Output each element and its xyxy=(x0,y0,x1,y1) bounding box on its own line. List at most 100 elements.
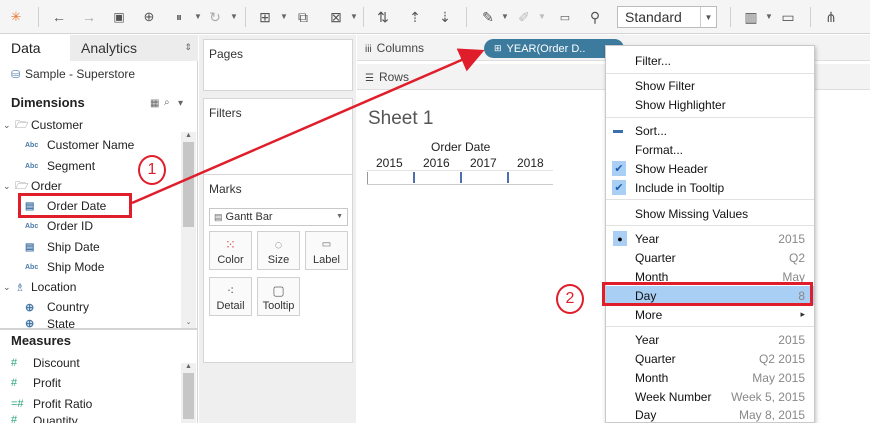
sidebar-item-customer-name[interactable]: Abc Customer Name xyxy=(25,135,134,155)
annotate-dropdown-icon[interactable]: ▼ xyxy=(538,12,546,21)
clear-sheet-icon[interactable]: ⊠ xyxy=(325,7,347,27)
sidebar-item-order-id[interactable]: Abc Order ID xyxy=(25,216,93,236)
menu-item-show-filter[interactable]: Show Filter xyxy=(606,76,814,95)
gantt-mark[interactable] xyxy=(507,172,509,183)
sidebar-item-profit-ratio[interactable]: =# Profit Ratio xyxy=(11,394,92,414)
sidebar-item-discount[interactable]: # Discount xyxy=(11,353,80,373)
refresh-dropdown-icon[interactable]: ▼ xyxy=(230,12,238,21)
gantt-mark[interactable] xyxy=(413,172,415,183)
tab-data[interactable]: Data xyxy=(0,35,70,61)
sidebar-item-country[interactable]: ⊕ Country xyxy=(25,297,89,317)
sort-descending-icon[interactable]: ⇣ xyxy=(434,7,456,27)
pill-label: YEAR(Order D.. xyxy=(506,42,586,55)
present-icon[interactable]: ▭ xyxy=(777,7,799,27)
scroll-up-icon[interactable]: ▲ xyxy=(181,132,196,142)
callout-step-1: 1 xyxy=(138,155,166,185)
highlight-dropdown-icon[interactable]: ▼ xyxy=(501,12,509,21)
sort-ascending-icon[interactable]: ⇡ xyxy=(404,7,426,27)
refresh-icon[interactable]: ↻ xyxy=(204,7,226,27)
search-icon[interactable]: ⌕ xyxy=(164,97,170,108)
sheet-title[interactable]: Sheet 1 xyxy=(368,108,434,130)
checkmark-icon: ✔ xyxy=(612,161,626,176)
column-header-year[interactable]: 2018 xyxy=(517,156,544,170)
submenu-arrow-icon: ▸ xyxy=(800,309,805,319)
sidebar-item-ship-date[interactable]: ▤ Ship Date xyxy=(25,237,100,257)
label-icon[interactable]: ▭ xyxy=(554,7,576,27)
datasource-item[interactable]: ⛁ Sample - Superstore xyxy=(11,67,135,81)
new-sheet-dropdown-icon[interactable]: ▼ xyxy=(280,12,288,21)
year-order-date-pill[interactable]: ⊞ YEAR(Order D.. ▼ xyxy=(484,39,624,58)
menu-item-show-highlighter[interactable]: Show Highlighter xyxy=(606,95,814,114)
menu-item-more[interactable]: More ▸ xyxy=(606,305,814,324)
back-icon[interactable]: ← xyxy=(48,7,70,27)
pane-divider[interactable] xyxy=(0,328,198,330)
forward-icon[interactable]: → xyxy=(78,7,100,27)
save-icon[interactable]: ▣ xyxy=(108,7,130,27)
highlight-icon[interactable]: ✎ xyxy=(477,7,499,27)
clear-dropdown-icon[interactable]: ▼ xyxy=(350,12,358,21)
collapse-icon: ⌄ xyxy=(3,281,11,292)
menu-item-label: Filter... xyxy=(635,53,672,68)
tab-analytics[interactable]: Analytics ⇕ xyxy=(70,35,198,61)
sidebar-item-location[interactable]: ⌄ ♗ Location xyxy=(3,277,76,297)
swap-icon[interactable]: ⇅ xyxy=(372,7,394,27)
sidebar-item-label: Quantity xyxy=(33,414,78,423)
string-type-icon: Abc xyxy=(25,162,39,170)
annotate-icon[interactable]: ✐ xyxy=(513,7,535,27)
column-header-year[interactable]: 2015 xyxy=(376,156,403,170)
menu-separator xyxy=(606,326,814,327)
menu-item-quarter-value[interactable]: Quarter Q2 2015 xyxy=(606,349,814,368)
new-sheet-icon[interactable]: ⊞ xyxy=(254,7,276,27)
menu-item-filter[interactable]: Filter... xyxy=(606,51,814,70)
size-button[interactable]: ◌ Size xyxy=(257,231,300,270)
show-me-dropdown-icon[interactable]: ▼ xyxy=(765,12,773,21)
menu-item-show-header[interactable]: ✔ Show Header xyxy=(606,159,814,178)
menu-item-quarter-part[interactable]: Quarter Q2 xyxy=(606,248,814,267)
scrollbar-thumb[interactable] xyxy=(183,142,194,227)
menu-item-include-in-tooltip[interactable]: ✔ Include in Tooltip xyxy=(606,178,814,197)
mark-type-select[interactable]: ▤ Gantt Bar ▼ xyxy=(209,208,348,226)
color-button-label: Color xyxy=(217,254,244,266)
menu-item-month-value[interactable]: Month May 2015 xyxy=(606,368,814,387)
tooltip-button[interactable]: ▢ Tooltip xyxy=(257,277,300,316)
menu-item-show-missing-values[interactable]: Show Missing Values xyxy=(606,204,814,223)
dimensions-scrollbar[interactable]: ▲ ⌄ xyxy=(181,132,196,328)
menu-item-day-value[interactable]: Day May 8, 2015 xyxy=(606,405,814,423)
pause-icon[interactable]: ⏸ xyxy=(168,7,190,27)
measures-scrollbar[interactable]: ▲ xyxy=(181,363,196,423)
sidebar-item-ship-mode[interactable]: Abc Ship Mode xyxy=(25,257,104,277)
view-size-select[interactable]: Standard ▼ xyxy=(617,6,717,28)
share-icon[interactable]: ⋔ xyxy=(820,7,842,27)
tableau-logo-icon[interactable]: ✳ xyxy=(6,7,26,27)
label-button[interactable]: ▭ Label xyxy=(305,231,348,270)
menu-dropdown-icon[interactable]: ▾ xyxy=(178,98,183,109)
pages-shelf[interactable]: Pages xyxy=(203,39,353,91)
sidebar-item-quantity[interactable]: # Quantity xyxy=(11,414,78,423)
pin-icon[interactable]: ⚲ xyxy=(584,7,606,27)
pane-left-border xyxy=(367,172,368,184)
detail-button[interactable]: ⁖ Detail xyxy=(209,277,252,316)
show-me-icon[interactable]: ▥ xyxy=(740,7,762,27)
scroll-up-icon[interactable]: ▲ xyxy=(181,363,196,373)
new-datasource-icon[interactable]: ⊕ xyxy=(138,7,160,27)
duplicate-sheet-icon[interactable]: ⧉ xyxy=(292,7,314,27)
menu-item-sort[interactable]: ▬ Sort... xyxy=(606,121,814,140)
toolbar: ✳ ← → ▣ ⊕ ⏸ ▼ ↻ ▼ ⊞ ▼ ⧉ ⊠ ▼ ⇅ ⇡ ⇣ ✎ ▼ ✐ … xyxy=(0,0,870,34)
column-header-year[interactable]: 2017 xyxy=(470,156,497,170)
column-header-year[interactable]: 2016 xyxy=(423,156,450,170)
string-type-icon: Abc xyxy=(25,141,39,149)
sidebar-item-customer[interactable]: ⌄ 🗁 Customer xyxy=(3,115,83,135)
pause-dropdown-icon[interactable]: ▼ xyxy=(194,12,202,21)
menu-item-format[interactable]: Format... xyxy=(606,140,814,159)
scroll-down-icon[interactable]: ⌄ xyxy=(181,318,196,328)
view-options-icon[interactable]: ▦ xyxy=(150,98,159,109)
data-pane: Data Analytics ⇕ ⛁ Sample - Superstore D… xyxy=(0,35,198,423)
gantt-mark[interactable] xyxy=(460,172,462,183)
sidebar-item-profit[interactable]: # Profit xyxy=(11,373,61,393)
menu-item-week-number[interactable]: Week Number Week 5, 2015 xyxy=(606,387,814,406)
menu-item-year-part[interactable]: ● Year 2015 xyxy=(606,229,814,248)
sidebar-item-segment[interactable]: Abc Segment xyxy=(25,156,95,176)
menu-item-year-value[interactable]: Year 2015 xyxy=(606,330,814,349)
color-button[interactable]: ⁙ Color xyxy=(209,231,252,270)
scrollbar-thumb[interactable] xyxy=(183,373,194,419)
